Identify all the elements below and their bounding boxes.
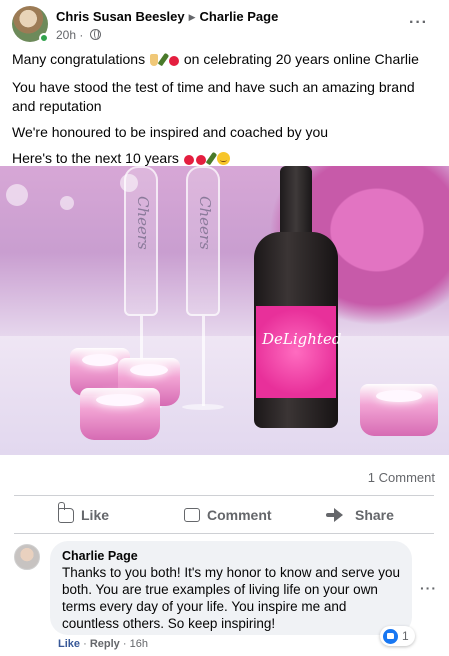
- post-timestamp[interactable]: 20h: [56, 28, 76, 42]
- candle: [80, 388, 160, 440]
- glass-engraving: Cheers: [134, 196, 152, 250]
- post-author-line: Chris Susan Beesley ▶ Charlie Page: [56, 9, 278, 24]
- target-name[interactable]: Charlie Page: [200, 9, 279, 24]
- champagne-flute: Cheers: [182, 166, 224, 410]
- post-meta: 20h ·: [56, 28, 101, 42]
- bottle-emoji-icon: [205, 151, 218, 166]
- post-actions: Like Comment Share: [14, 500, 434, 530]
- comment-reply-link[interactable]: Reply: [90, 638, 120, 650]
- bottle-emoji-icon: [157, 52, 170, 67]
- facebook-post: Chris Susan Beesley ▶ Charlie Page 20h · ·…: [0, 0, 449, 656]
- comment-footer: Like · Reply · 16h: [58, 638, 148, 650]
- globe-icon: [89, 29, 101, 40]
- comment-options-icon[interactable]: ···: [420, 580, 437, 596]
- post-photo[interactable]: Cheers Cheers DeLighted: [0, 166, 449, 455]
- comment-text: Thanks to you both! It's my honor to kno…: [62, 565, 401, 631]
- emoji-group: [149, 52, 180, 71]
- thumbs-up-icon: [58, 501, 74, 523]
- post-line: You have stood the test of time and have…: [12, 79, 415, 114]
- arrow-right-icon: ▶: [188, 12, 196, 22]
- glasses-emoji-icon: [149, 54, 158, 66]
- like-button[interactable]: Like: [58, 500, 109, 530]
- post-text: Many congratulations on celebrating 20 y…: [12, 50, 437, 177]
- champagne-flute: Cheers: [120, 166, 162, 410]
- smile-emoji-icon: [216, 152, 230, 165]
- like-reaction-icon: [383, 628, 398, 644]
- online-status-dot: [39, 33, 49, 43]
- comment-button[interactable]: Comment: [184, 500, 272, 530]
- heart-emoji-icon: [183, 155, 194, 165]
- glass-engraving: Cheers: [196, 196, 214, 250]
- divider: [14, 495, 434, 496]
- bokeh-light: [60, 196, 74, 210]
- comment-icon: [184, 508, 200, 522]
- commenter-avatar[interactable]: [14, 544, 40, 570]
- bokeh-light: [6, 184, 28, 206]
- divider: [14, 533, 434, 534]
- comment-count[interactable]: 1 Comment: [368, 470, 435, 485]
- post-line: We're honoured to be inspired and coache…: [12, 124, 329, 140]
- more-options-icon[interactable]: ···: [409, 14, 428, 32]
- post-header: Chris Susan Beesley ▶ Charlie Page 20h · ·…: [12, 6, 442, 46]
- comment-like-link[interactable]: Like: [58, 638, 80, 650]
- share-arrow-icon: [326, 508, 343, 522]
- share-button[interactable]: Share: [326, 500, 394, 530]
- wine-bottle: DeLighted: [250, 166, 342, 428]
- comment-reactions[interactable]: 1: [380, 626, 415, 646]
- comment-bubble: Charlie Page Thanks to you both! It's my…: [50, 541, 412, 635]
- bottle-label: DeLighted: [256, 306, 341, 398]
- comment-time[interactable]: 16h: [130, 638, 148, 650]
- author-name[interactable]: Chris Susan Beesley: [56, 9, 185, 24]
- commenter-name[interactable]: Charlie Page: [62, 548, 400, 564]
- candle: [360, 384, 438, 436]
- post-line: Many congratulations on celebrating 20 y…: [12, 50, 437, 71]
- heart-emoji-icon: [195, 155, 206, 165]
- balloon-emoji-icon: [168, 56, 179, 66]
